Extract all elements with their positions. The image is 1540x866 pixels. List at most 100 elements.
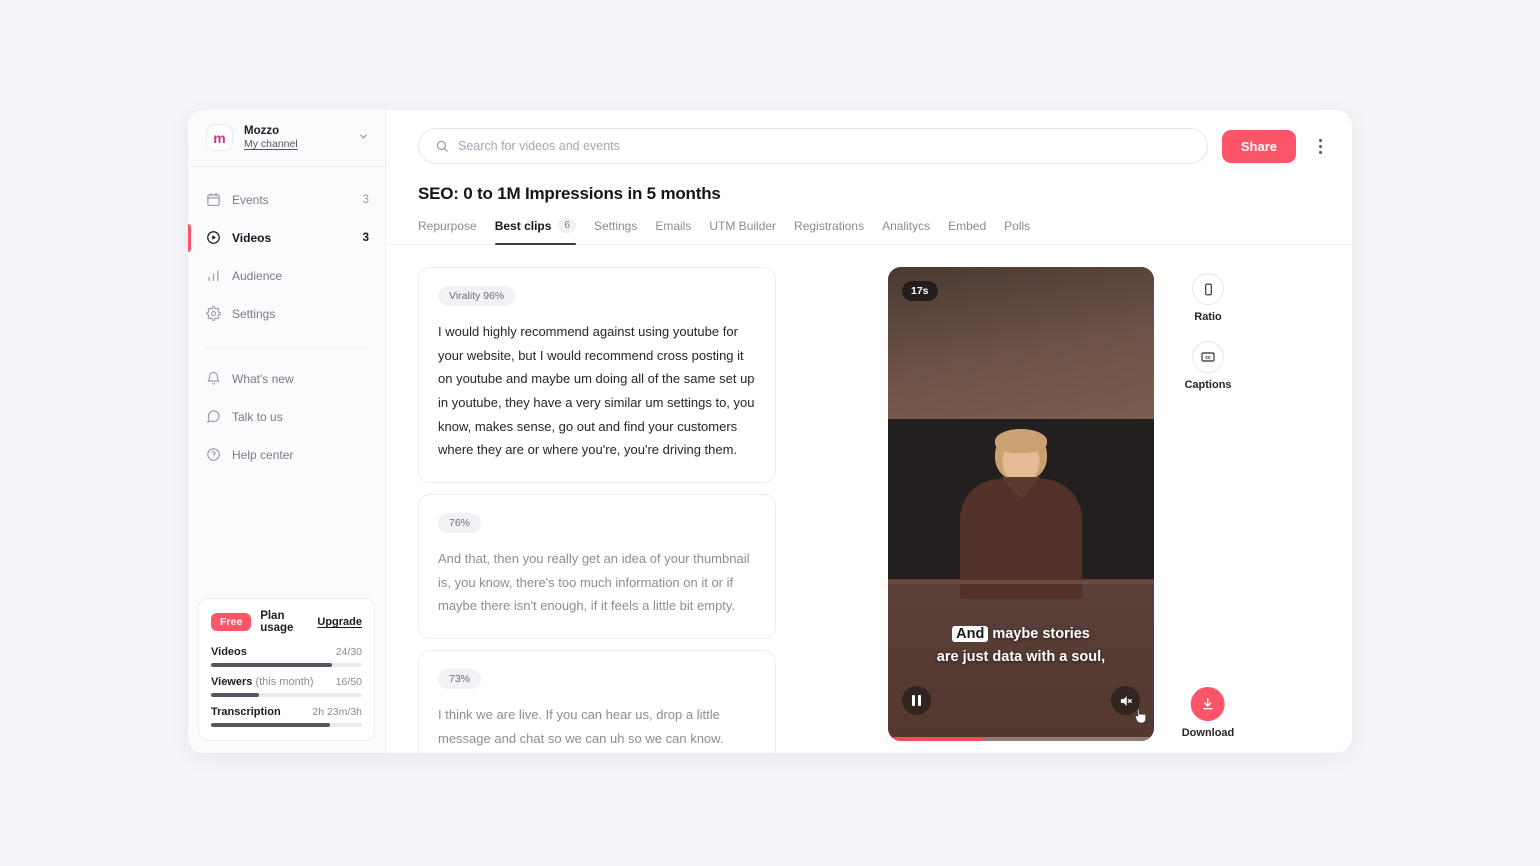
volume-muted-icon[interactable] <box>1111 686 1140 715</box>
usage-value: 2h 23m/3h <box>312 706 362 718</box>
sidebar-item-whats-new[interactable]: What's new <box>188 360 385 398</box>
workspace-name: Mozzo <box>244 125 280 137</box>
calendar-icon <box>206 192 221 207</box>
stage-edge <box>888 580 1154 584</box>
usage-row-videos: Videos 24/30 <box>211 646 362 667</box>
svg-text:cc: cc <box>1205 355 1211 361</box>
usage-progress-fill <box>211 723 331 727</box>
chat-bubble-icon <box>206 409 221 424</box>
clip-transcript: And that, then you really get an idea of… <box>438 550 750 614</box>
upgrade-link[interactable]: Upgrade <box>317 616 362 628</box>
speaker-figure <box>888 419 1154 599</box>
more-vertical-icon[interactable] <box>1310 132 1330 160</box>
clip-card[interactable]: Virality 96% I would highly recommend ag… <box>418 267 776 483</box>
tab-best-clips[interactable]: Best clips 6 <box>494 218 577 245</box>
virality-score-badge: Virality 96% <box>438 286 516 306</box>
usage-progress-track <box>211 723 362 727</box>
download-button[interactable]: Download <box>1181 687 1235 739</box>
clips-list: Virality 96% I would highly recommend ag… <box>386 267 798 753</box>
usage-progress-track <box>211 663 362 667</box>
closed-caption-icon: cc <box>1192 341 1224 373</box>
usage-value: 24/30 <box>335 646 362 658</box>
video-progress-fill <box>888 737 984 741</box>
workspace-logo: m <box>206 124 233 152</box>
primary-nav: Events 3 Videos 3 Audience Settings What… <box>188 167 385 474</box>
usage-progress-fill <box>211 663 332 667</box>
usage-row-viewers: Viewers (this month) 16/50 <box>211 676 362 697</box>
download-label: Download <box>1181 727 1235 739</box>
chevron-down-icon <box>358 131 369 145</box>
sidebar-label: Videos <box>232 230 272 245</box>
tab-analitycs[interactable]: Analitycs <box>882 219 930 244</box>
gear-icon <box>206 306 221 321</box>
clip-card[interactable]: 76% And that, then you really get an ide… <box>418 493 776 639</box>
sidebar-item-videos[interactable]: Videos 3 <box>188 219 385 257</box>
play-circle-icon <box>206 230 221 245</box>
usage-value: 16/50 <box>335 676 362 688</box>
captions-button[interactable]: cc Captions <box>1184 341 1232 391</box>
sidebar-item-help-center[interactable]: Help center <box>188 436 385 474</box>
pause-icon[interactable] <box>902 686 931 715</box>
tab-repurpose[interactable]: Repurpose <box>418 219 477 244</box>
sidebar-item-audience[interactable]: Audience <box>188 257 385 295</box>
sidebar: m Mozzo My channel Events 3 Videos 3 Aud… <box>188 110 386 753</box>
nav-divider <box>206 346 367 348</box>
virality-score-badge: 73% <box>438 668 482 689</box>
sidebar-count: 3 <box>362 193 369 206</box>
tab-polls[interactable]: Polls <box>1004 219 1030 244</box>
sidebar-label: Events <box>232 192 269 207</box>
sidebar-item-talk-to-us[interactable]: Talk to us <box>188 398 385 436</box>
bell-icon <box>206 371 221 386</box>
usage-progress-fill <box>211 693 260 697</box>
plan-usage-title: Plan usage <box>260 610 294 634</box>
clip-transcript: I would highly recommend against using y… <box>438 324 755 458</box>
workspace-subtitle: My channel <box>244 138 298 151</box>
tab-utm-builder[interactable]: UTM Builder <box>709 219 776 244</box>
sidebar-item-settings[interactable]: Settings <box>188 295 385 333</box>
content-area: Virality 96% I would highly recommend ag… <box>386 245 1352 753</box>
sidebar-item-events[interactable]: Events 3 <box>188 181 385 219</box>
tab-embed[interactable]: Embed <box>948 219 986 244</box>
caption-line-2: are just data with a soul, <box>936 648 1106 665</box>
tab-settings[interactable]: Settings <box>594 219 637 244</box>
search-input[interactable] <box>458 139 1191 153</box>
workspace-switcher[interactable]: m Mozzo My channel <box>188 110 385 167</box>
clip-transcript: I think we are live. If you can hear us,… <box>438 706 724 746</box>
caption-line-rest: maybe stories <box>992 625 1090 642</box>
search-icon <box>435 139 449 153</box>
sidebar-label: Settings <box>232 306 276 321</box>
sidebar-count: 3 <box>362 231 369 244</box>
question-circle-icon <box>206 447 221 462</box>
usage-row-transcription: Transcription 2h 23m/3h <box>211 706 362 727</box>
video-player[interactable]: 17s And maybe stories are just data with… <box>888 267 1154 741</box>
player-panel: 17s And maybe stories are just data with… <box>798 267 1352 753</box>
tab-badge-count: 6 <box>558 218 576 233</box>
plan-usage-card: Free Plan usage Upgrade Videos 24/30 Vie… <box>198 598 375 741</box>
duration-badge: 17s <box>902 281 938 301</box>
usage-label: Transcription <box>211 706 281 718</box>
sidebar-label: Audience <box>232 268 283 283</box>
share-button[interactable]: Share <box>1221 129 1296 163</box>
main-content: Share SEO: 0 to 1M Impressions in 5 mont… <box>386 110 1352 753</box>
tab-bar: Repurpose Best clips 6 Settings Emails U… <box>386 204 1352 245</box>
top-bar: Share <box>386 110 1352 164</box>
caption-active-word: And <box>952 625 989 642</box>
download-icon <box>1191 687 1225 721</box>
virality-score-badge: 76% <box>438 512 482 533</box>
tool-label: Captions <box>1184 379 1232 391</box>
bar-chart-icon <box>206 268 221 283</box>
ratio-button[interactable]: Ratio <box>1192 273 1224 323</box>
video-progress-bar[interactable] <box>888 737 1154 741</box>
player-tools: Ratio cc Captions Download <box>1154 267 1262 753</box>
phone-portrait-icon <box>1192 273 1224 305</box>
search-bar[interactable] <box>418 128 1208 164</box>
tab-emails[interactable]: Emails <box>655 219 691 244</box>
clip-card[interactable]: 73% I think we are live. If you can hear… <box>418 649 776 753</box>
tab-registrations[interactable]: Registrations <box>794 219 864 244</box>
app-window: m Mozzo My channel Events 3 Videos 3 Aud… <box>188 110 1352 753</box>
page-title: SEO: 0 to 1M Impressions in 5 months <box>418 184 721 203</box>
usage-label: Videos <box>211 646 247 658</box>
usage-progress-track <box>211 693 362 697</box>
tool-label: Ratio <box>1194 311 1222 323</box>
usage-label: Viewers (this month) <box>211 676 314 688</box>
